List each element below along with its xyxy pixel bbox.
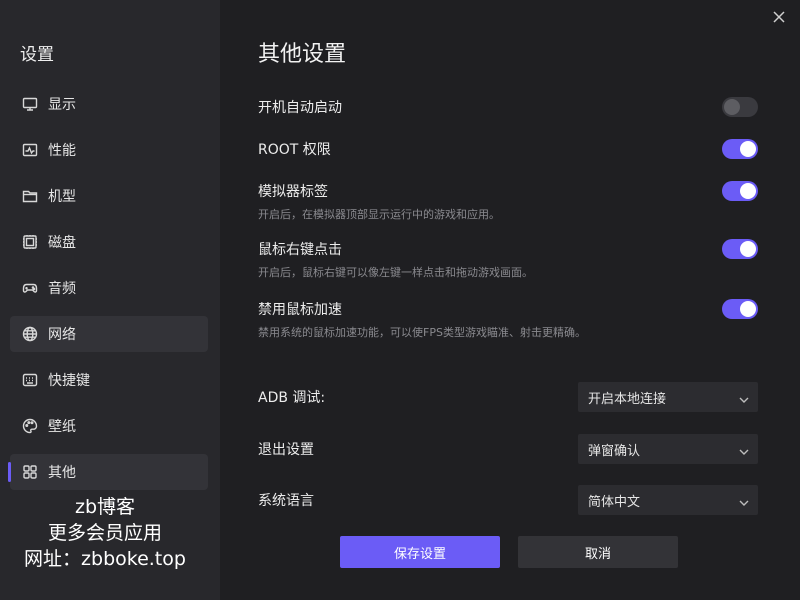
setting-mouse-accel: 禁用鼠标加速 禁用系统的鼠标加速功能，可以使FPS类型游戏瞄准、射击更精确。: [258, 299, 760, 340]
sidebar-item-audio[interactable]: 音频: [10, 270, 208, 306]
setting-description: 禁用系统的鼠标加速功能，可以使FPS类型游戏瞄准、射击更精确。: [258, 326, 586, 339]
sidebar-item-label: 性能: [48, 143, 76, 159]
sidebar-item-label: 机型: [48, 189, 76, 205]
cancel-button[interactable]: 取消: [518, 536, 678, 568]
sidebar-item-label: 磁盘: [48, 235, 76, 251]
setting-auto-start: 开机自动启动: [258, 97, 760, 117]
chevron-down-icon: [739, 496, 749, 506]
setting-label: 退出设置: [258, 442, 314, 458]
sidebar-item-wallpaper[interactable]: 壁纸: [10, 408, 208, 444]
gamepad-icon: [22, 280, 38, 296]
adb-select[interactable]: 开启本地连接: [578, 382, 758, 412]
sidebar-item-label: 其他: [48, 465, 76, 481]
folder-icon: [22, 188, 38, 204]
sidebar-item-performance[interactable]: 性能: [10, 132, 208, 168]
watermark-line: 网址：zbboke.top: [24, 548, 186, 570]
watermark: zb博客 更多会员应用 网址：zbboke.top: [0, 494, 210, 572]
sidebar-title: 设置: [20, 45, 54, 65]
sidebar-item-label: 壁纸: [48, 419, 76, 435]
setting-root: ROOT 权限: [258, 139, 760, 159]
disk-icon: [22, 234, 38, 250]
setting-label: 开机自动启动: [258, 100, 342, 116]
sidebar-item-disk[interactable]: 磁盘: [10, 224, 208, 260]
sidebar-nav: 显示 性能 机型 磁盘 音频 网络 快捷键 壁纸 其他: [0, 86, 220, 500]
chevron-down-icon: [739, 393, 749, 403]
auto-start-toggle[interactable]: [722, 97, 758, 117]
sidebar-item-other[interactable]: 其他: [8, 454, 208, 490]
sidebar-item-label: 网络: [48, 327, 76, 343]
setting-emulator-tab: 模拟器标签 开启后，在模拟器顶部显示运行中的游戏和应用。: [258, 181, 760, 222]
setting-language: 系统语言 简体中文: [258, 485, 760, 515]
watermark-line: 更多会员应用: [47, 522, 162, 544]
select-value: 开启本地连接: [588, 391, 667, 407]
right-click-toggle[interactable]: [722, 239, 758, 259]
grid-icon: [22, 464, 38, 480]
sidebar-item-label: 快捷键: [48, 373, 90, 389]
sidebar-item-display[interactable]: 显示: [10, 86, 208, 122]
chevron-down-icon: [739, 445, 749, 455]
select-value: 弹窗确认: [588, 443, 641, 459]
page-title: 其他设置: [258, 42, 347, 67]
mouse-accel-toggle[interactable]: [722, 299, 758, 319]
language-select[interactable]: 简体中文: [578, 485, 758, 515]
setting-label: 禁用鼠标加速: [258, 302, 342, 318]
sidebar-item-network[interactable]: 网络: [10, 316, 208, 352]
setting-label: ROOT 权限: [258, 142, 331, 158]
emulator-tab-toggle[interactable]: [722, 181, 758, 201]
keyboard-icon: [22, 372, 38, 388]
setting-label: 系统语言: [258, 493, 314, 509]
monitor-icon: [22, 96, 38, 112]
setting-label: ADB 调试:: [258, 390, 326, 406]
setting-label: 模拟器标签: [258, 184, 328, 200]
setting-adb: ADB 调试: 开启本地连接: [258, 382, 760, 412]
root-toggle[interactable]: [722, 139, 758, 159]
sidebar-item-label: 音频: [48, 281, 76, 297]
sidebar-item-label: 显示: [48, 97, 76, 113]
setting-description: 开启后，在模拟器顶部显示运行中的游戏和应用。: [258, 208, 500, 221]
exit-select[interactable]: 弹窗确认: [578, 434, 758, 464]
performance-icon: [22, 142, 38, 158]
palette-icon: [22, 418, 38, 434]
sidebar: 设置 显示 性能 机型 磁盘 音频 网络 快捷键 壁纸 其他 zb博客 更多会员…: [0, 0, 220, 600]
setting-label: 鼠标右键点击: [258, 242, 342, 258]
select-value: 简体中文: [588, 494, 641, 510]
save-button[interactable]: 保存设置: [340, 536, 500, 568]
sidebar-item-model[interactable]: 机型: [10, 178, 208, 214]
globe-icon: [22, 326, 38, 342]
watermark-line: zb博客: [74, 496, 136, 518]
setting-right-click: 鼠标右键点击 开启后，鼠标右键可以像左键一样点击和拖动游戏画面。: [258, 239, 760, 280]
main-panel: 其他设置 开机自动启动 ROOT 权限 模拟器标签 开启后，在模拟器顶部显示运行…: [220, 0, 800, 600]
sidebar-item-shortcuts[interactable]: 快捷键: [10, 362, 208, 398]
setting-exit: 退出设置 弹窗确认: [258, 434, 760, 464]
setting-description: 开启后，鼠标右键可以像左键一样点击和拖动游戏画面。: [258, 266, 533, 279]
